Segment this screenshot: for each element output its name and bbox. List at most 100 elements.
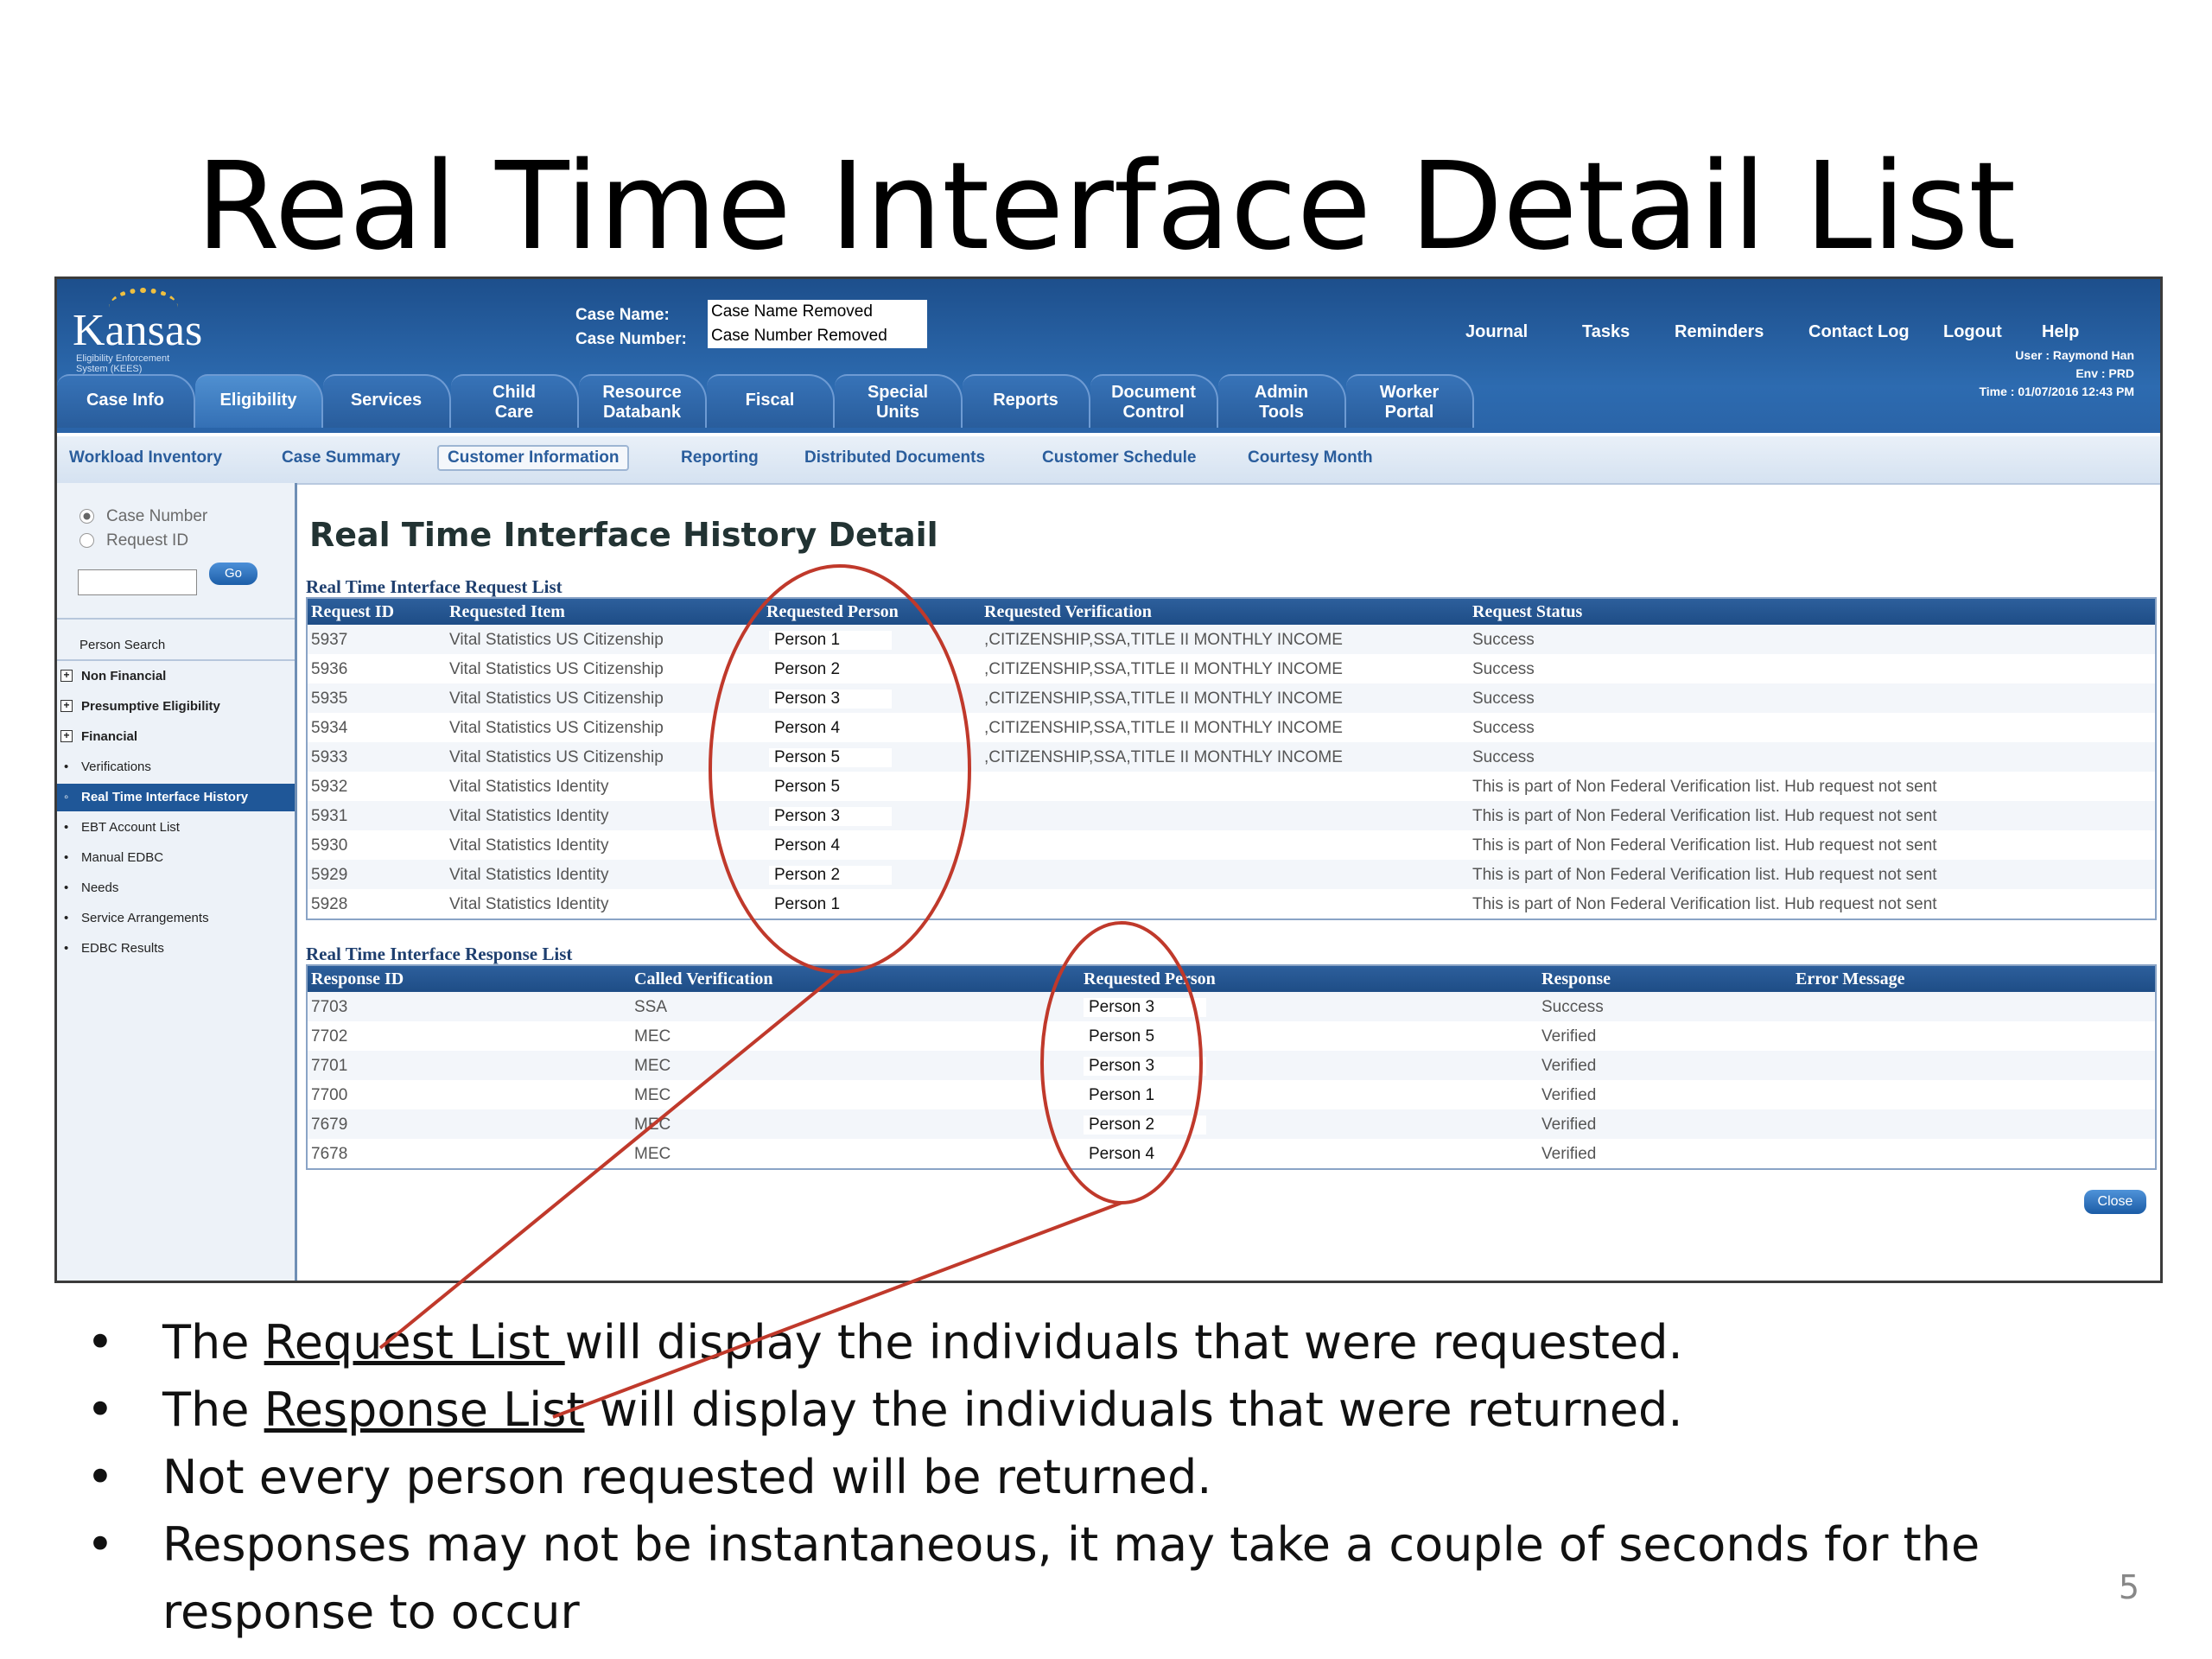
sidebar-item-edbc-results[interactable]: • EDBC Results	[57, 935, 295, 963]
subnav-case-summary[interactable]: Case Summary	[282, 448, 400, 467]
subnav-reporting[interactable]: Reporting	[681, 448, 759, 467]
subnav-customer-schedule[interactable]: Customer Schedule	[1042, 448, 1196, 467]
radio-case-number[interactable]: Case Number	[79, 507, 207, 526]
column-header[interactable]: Error Message	[1796, 969, 1904, 989]
column-header[interactable]: Requested Verification	[984, 602, 1152, 622]
table-row[interactable]: 7700 MEC Person 1 Verified	[308, 1080, 2155, 1109]
page-number: 5	[2118, 1568, 2139, 1606]
column-header[interactable]: Response ID	[311, 969, 404, 989]
table-cell: Person 1	[769, 895, 893, 914]
tab-resource-databank[interactable]: Resource Databank	[579, 374, 707, 428]
table-cell: Person 5	[769, 748, 893, 767]
table-row[interactable]: 7678 MEC Person 4 Verified	[308, 1139, 2155, 1168]
column-header[interactable]: Requested Person	[766, 602, 899, 622]
table-cell: 5932	[311, 778, 348, 796]
column-header[interactable]: Request ID	[311, 602, 394, 622]
bullet-item: • Responses may not be instantaneous, it …	[86, 1511, 2160, 1646]
case-number-label: Case Number:	[575, 330, 687, 348]
tab-reports[interactable]: Reports	[963, 374, 1090, 428]
sidebar-item-verifications[interactable]: • Verifications	[57, 753, 295, 781]
radio-request-id[interactable]: Request ID	[79, 531, 188, 550]
sidebar-item-person-search[interactable]: Person Search	[57, 632, 295, 659]
user-name: User : Raymond Han	[2015, 348, 2134, 362]
subnav-courtesy-month[interactable]: Courtesy Month	[1248, 448, 1373, 467]
sidebar-item-non-financial[interactable]: + Non Financial	[57, 663, 295, 690]
sidebar-item-presumptive-eligibility[interactable]: + Presumptive Eligibility	[57, 693, 295, 721]
contact-log-link[interactable]: Contact Log	[1808, 322, 1910, 342]
journal-link[interactable]: Journal	[1465, 322, 1528, 342]
table-cell: Vital Statistics Identity	[449, 895, 609, 913]
table-row[interactable]: 7702 MEC Person 5 Verified	[308, 1021, 2155, 1051]
table-row[interactable]: 5931 Vital Statistics Identity Person 3 Thi…	[308, 801, 2155, 830]
subnav-workload-inventory[interactable]: Workload Inventory	[69, 448, 222, 467]
tab-document-control[interactable]: Document Control	[1090, 374, 1218, 428]
sidebar-item-service-arrangements[interactable]: • Service Arrangements	[57, 905, 295, 932]
table-cell: Person 4	[1084, 1145, 1207, 1164]
close-button[interactable]: Close	[2084, 1190, 2146, 1214]
tab-child-care[interactable]: Child Care	[451, 374, 579, 428]
help-link[interactable]: Help	[2042, 322, 2079, 342]
sidebar-item-needs[interactable]: • Needs	[57, 874, 295, 902]
table-cell: Person 1	[769, 631, 893, 650]
tab-services[interactable]: Services	[323, 374, 451, 428]
tab-special-units[interactable]: Special Units	[835, 374, 963, 428]
expand-icon[interactable]: +	[60, 670, 73, 682]
tab-worker-portal[interactable]: Worker Portal	[1346, 374, 1474, 428]
table-cell: Verified	[1541, 1027, 1597, 1046]
table-row[interactable]: 5936 Vital Statistics US Citizenship Perso…	[308, 654, 2155, 683]
sidebar-item-real-time-interface-history[interactable]: ◦ Real Time Interface History	[57, 784, 295, 811]
radio-selected-icon	[79, 509, 94, 524]
case-name-value: Case Name Removed	[711, 302, 873, 321]
sidebar-item-manual-edbc[interactable]: • Manual EDBC	[57, 844, 295, 872]
column-header[interactable]: Requested Person	[1084, 969, 1216, 989]
page-heading: Real Time Interface History Detail	[309, 516, 938, 554]
table-cell: 5928	[311, 895, 348, 913]
table-row[interactable]: 7679 MEC Person 2 Verified	[308, 1109, 2155, 1139]
tab-eligibility[interactable]: Eligibility	[195, 374, 323, 428]
subnav-distributed-documents[interactable]: Distributed Documents	[804, 448, 985, 467]
table-row[interactable]: 7703 SSA Person 3 Success	[308, 992, 2155, 1021]
sub-navigation: Workload Inventory Case Summary Customer…	[57, 436, 2160, 485]
column-header[interactable]: Called Verification	[634, 969, 773, 989]
table-cell: 5936	[311, 660, 348, 678]
sidebar-item-ebt-account-list[interactable]: • EBT Account List	[57, 814, 295, 842]
tab-admin-tools[interactable]: Admin Tools	[1218, 374, 1346, 428]
sidebar-item-financial[interactable]: + Financial	[57, 723, 295, 751]
table-row[interactable]: 5935 Vital Statistics US Citizenship Perso…	[308, 683, 2155, 713]
table-cell: 5935	[311, 690, 348, 708]
table-cell: Success	[1472, 631, 1535, 649]
table-cell: ,CITIZENSHIP,SSA,TITLE II MONTHLY INCOME	[984, 719, 1343, 737]
reminders-link[interactable]: Reminders	[1675, 322, 1764, 342]
logout-link[interactable]: Logout	[1943, 322, 2002, 342]
subnav-customer-information[interactable]: Customer Information	[437, 445, 630, 471]
expand-icon[interactable]: +	[60, 700, 73, 712]
table-cell: Vital Statistics Identity	[449, 778, 609, 796]
table-cell: Verified	[1541, 1057, 1597, 1075]
go-button[interactable]: Go	[209, 563, 257, 585]
table-row[interactable]: 5928 Vital Statistics Identity Person 1 Thi…	[308, 889, 2155, 918]
tab-case-info[interactable]: Case Info	[57, 374, 195, 428]
table-row[interactable]: 5929 Vital Statistics Identity Person 2 Thi…	[308, 860, 2155, 889]
table-row[interactable]: 5930 Vital Statistics Identity Person 4 Thi…	[308, 830, 2155, 860]
table-cell: 7703	[311, 998, 348, 1016]
tasks-link[interactable]: Tasks	[1582, 322, 1630, 342]
column-header[interactable]: Response	[1541, 969, 1611, 989]
search-id-input[interactable]	[78, 569, 197, 595]
table-row[interactable]: 5933 Vital Statistics US Citizenship Perso…	[308, 742, 2155, 772]
expand-icon[interactable]: +	[60, 730, 73, 742]
table-cell: Person 3	[1084, 998, 1207, 1017]
table-row[interactable]: 5937 Vital Statistics US Citizenship Perso…	[308, 625, 2155, 654]
request-list-table: Request ID Requested Item Requested Pers…	[306, 597, 2157, 920]
column-header[interactable]: Requested Item	[449, 602, 565, 622]
column-header[interactable]: Request Status	[1472, 602, 1582, 622]
request-list-body: 5937 Vital Statistics US Citizenship Perso…	[308, 625, 2155, 918]
table-cell: Vital Statistics Identity	[449, 807, 609, 825]
response-list-body: 7703 SSA Person 3 Success 7702 MEC Person 5 Ver…	[308, 992, 2155, 1168]
kansas-logo[interactable]: Kansas	[73, 305, 202, 356]
table-cell: This is part of Non Federal Verification…	[1472, 807, 1937, 825]
tab-fiscal[interactable]: Fiscal	[707, 374, 835, 428]
table-row[interactable]: 7701 MEC Person 3 Verified	[308, 1051, 2155, 1080]
table-row[interactable]: 5932 Vital Statistics Identity Person 5 Thi…	[308, 772, 2155, 801]
table-row[interactable]: 5934 Vital Statistics US Citizenship Perso…	[308, 713, 2155, 742]
table-cell: ,CITIZENSHIP,SSA,TITLE II MONTHLY INCOME	[984, 748, 1343, 766]
